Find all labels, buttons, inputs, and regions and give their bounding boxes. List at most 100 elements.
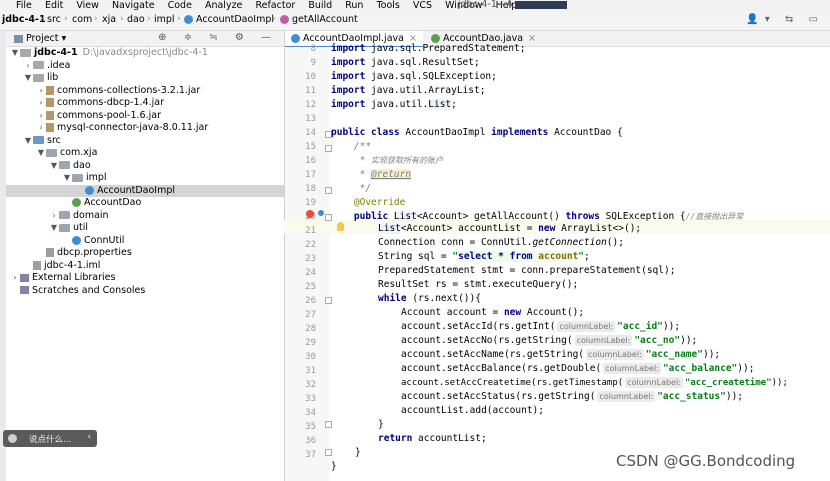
type-name: List <box>393 211 417 222</box>
chevron-down-icon[interactable]: ▼ <box>10 47 20 59</box>
chevron-right-icon: › <box>64 14 68 24</box>
menu-refactor[interactable]: Refactor <box>255 1 295 11</box>
breadcrumb-dao[interactable]: dao <box>127 14 145 25</box>
line-number: 28 <box>305 324 316 334</box>
line-number: 17 <box>305 170 316 180</box>
tree-item[interactable]: AccountDaoImpl <box>6 184 284 197</box>
code-text: java.util. <box>365 99 429 110</box>
tree-item[interactable]: jdbc-4-1.iml <box>6 260 284 272</box>
tree-item-label: domain <box>73 209 109 221</box>
menu-tools[interactable]: Tools <box>376 1 399 11</box>
chevron-down-icon[interactable]: ▼ <box>49 222 59 234</box>
package-icon <box>59 211 70 219</box>
line-number: 11 <box>305 86 316 96</box>
menu-view[interactable]: View <box>76 1 99 11</box>
user-menu-icon[interactable]: 👤▾ ⇆ ▭ <box>746 14 824 25</box>
keyword: public <box>331 211 394 222</box>
package-icon <box>72 173 83 182</box>
project-panel-title[interactable]: Project ▾ <box>14 33 66 44</box>
menu-vcs[interactable]: VCS <box>413 1 432 11</box>
comment-popup[interactable]: 说点什么... ‹ <box>3 430 97 447</box>
breadcrumb-class[interactable]: AccountDaoImpl <box>184 14 274 25</box>
line-number: 10 <box>305 72 316 82</box>
line-number: 22 <box>305 240 316 250</box>
tree-item[interactable]: › mysql-connector-java-8.0.11.jar <box>6 122 284 134</box>
chevron-down-icon[interactable]: ▼ <box>23 135 33 147</box>
menu-bar: File Edit View Navigate Code Analyze Ref… <box>0 0 830 11</box>
tree-item[interactable]: dbcp.properties <box>6 247 284 259</box>
breadcrumb-method[interactable]: getAllAccount <box>280 14 358 25</box>
tree-item[interactable]: ▼ util <box>6 222 284 234</box>
code-text: } <box>378 419 384 430</box>
tree-item[interactable]: › commons-pool-1.6.jar <box>6 110 284 122</box>
tree-item[interactable]: › commons-dbcp-1.4.jar <box>6 97 284 109</box>
line-number: 23 <box>305 254 316 264</box>
project-tree: ▼ jdbc-4-1 D:\javadxsproject\jdbc-4-1 › .ide… <box>6 47 284 481</box>
menu-code[interactable]: Code <box>168 1 192 11</box>
chevron-down-icon[interactable]: ▼ <box>49 160 59 172</box>
chevron-right-icon[interactable]: › <box>49 210 59 222</box>
chevron-down-icon[interactable]: ▼ <box>23 72 33 84</box>
blurred-overlay <box>514 0 567 9</box>
override-icon[interactable] <box>306 210 314 218</box>
code-line: * 实现获取所有的账户 <box>331 154 443 168</box>
tree-item-label: commons-dbcp-1.4.jar <box>57 97 164 108</box>
menu-run[interactable]: Run <box>345 1 363 11</box>
tree-item[interactable]: ▼ com.xja <box>6 147 284 159</box>
chevron-right-icon[interactable]: › <box>36 110 46 122</box>
tree-item[interactable]: ▼ impl <box>6 172 284 184</box>
menu-file[interactable]: File <box>16 1 32 11</box>
implements-icon[interactable] <box>318 210 324 216</box>
code-text: String sql = <box>378 251 453 262</box>
panel-toolbar-icons[interactable]: ⊕ ≑ ≒ ⚙ — <box>158 32 278 43</box>
tree-item[interactable]: ▼ dao <box>6 160 284 172</box>
tree-item[interactable]: › .idea <box>6 60 284 72</box>
parameter-hint: columnLabel: <box>625 377 683 388</box>
code-line: List<Account> accountList = new ArrayLis… <box>378 222 641 236</box>
menu-edit[interactable]: Edit <box>45 1 63 11</box>
tree-item[interactable]: › domain <box>6 210 284 222</box>
line-number: 32 <box>305 380 316 390</box>
tree-item[interactable]: › External Libraries <box>6 272 284 284</box>
menu-navigate[interactable]: Navigate <box>112 1 155 11</box>
fold-marker-icon[interactable] <box>325 421 332 428</box>
tree-item-label: com.xja <box>60 147 98 158</box>
jar-icon <box>46 110 54 120</box>
tree-item[interactable]: ▼ src <box>6 135 284 147</box>
tree-item-label: External Libraries <box>32 272 116 283</box>
tree-item[interactable]: Scratches and Consoles <box>6 285 284 297</box>
chevron-right-icon[interactable]: › <box>10 272 20 284</box>
code-line: import java.sql.PreparedStatement; <box>331 42 525 56</box>
project-title-text: Project <box>26 33 59 44</box>
tree-item[interactable]: ConnUtil <box>6 235 284 247</box>
chevron-right-icon[interactable]: › <box>23 60 33 72</box>
tree-item[interactable]: › commons-collections-3.2.1.jar <box>6 85 284 97</box>
fold-marker-icon[interactable] <box>325 449 332 456</box>
breadcrumb-impl[interactable]: impl <box>154 14 175 25</box>
close-icon[interactable]: × <box>528 33 536 44</box>
chevron-right-icon[interactable]: › <box>36 85 46 97</box>
collapse-icon[interactable]: ‹ <box>87 432 91 442</box>
folder-icon <box>33 61 44 69</box>
chevron-right-icon[interactable]: › <box>36 97 46 109</box>
keyword: import <box>331 43 366 54</box>
parameter-hint: columnLabel: <box>597 391 656 402</box>
breadcrumb-xja[interactable]: xja <box>102 14 116 25</box>
chevron-right-icon[interactable]: › <box>36 122 46 134</box>
folder-icon <box>20 48 31 57</box>
menu-analyze[interactable]: Analyze <box>205 1 242 11</box>
tree-item[interactable]: ▼ lib <box>6 72 284 84</box>
chevron-right-icon: › <box>40 14 44 24</box>
chevron-down-icon[interactable]: ▼ <box>62 172 72 184</box>
chevron-down-icon[interactable]: ▼ <box>36 147 46 159</box>
keyword: import <box>331 71 366 82</box>
breadcrumb-com[interactable]: com <box>72 14 92 25</box>
string-literal: "acc_status" <box>657 391 726 402</box>
fold-marker-icon[interactable] <box>325 297 332 304</box>
code-text: AccountDao { <box>548 127 623 138</box>
code-line: account.setAccId(rs.getInt(columnLabel: "… <box>401 320 680 334</box>
menu-build[interactable]: Build <box>308 1 332 11</box>
breadcrumb-src[interactable]: src <box>47 14 61 25</box>
tree-item[interactable]: ▼ jdbc-4-1 D:\javadxsproject\jdbc-4-1 <box>6 47 284 59</box>
tree-item[interactable]: AccountDao <box>6 197 284 209</box>
